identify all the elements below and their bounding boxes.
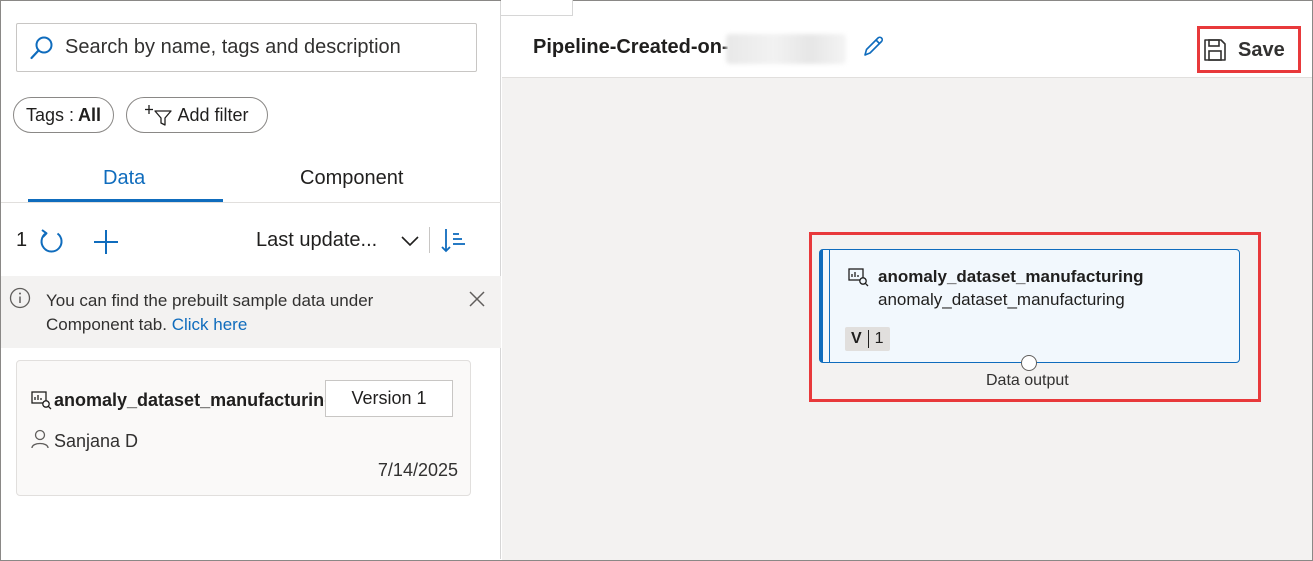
tab-data[interactable]: Data bbox=[103, 167, 145, 190]
document-tab[interactable] bbox=[501, 0, 573, 16]
add-icon[interactable] bbox=[91, 227, 121, 257]
toolbar-divider bbox=[429, 227, 430, 253]
edit-pencil-icon[interactable] bbox=[860, 34, 886, 60]
info-message-text: You can find the prebuilt sample data un… bbox=[46, 289, 436, 337]
refresh-icon[interactable] bbox=[37, 227, 67, 257]
list-toolbar: 1 Last update... bbox=[1, 223, 501, 261]
node-title: anomaly_dataset_manufacturing bbox=[878, 267, 1144, 286]
tags-filter-pill[interactable]: Tags : All bbox=[13, 97, 114, 133]
output-port-label: Data output bbox=[986, 372, 1069, 389]
designer-header: Pipeline-Created-on- Save bbox=[502, 16, 1312, 78]
search-placeholder: Search by name, tags and description bbox=[65, 36, 401, 58]
sort-select[interactable]: Last update... bbox=[256, 229, 377, 252]
version-value: 1 bbox=[874, 330, 884, 347]
tab-component[interactable]: Component bbox=[300, 167, 403, 190]
pipeline-title: Pipeline-Created-on- bbox=[533, 36, 729, 58]
add-filter-icon bbox=[145, 105, 173, 126]
asset-library-panel: Search by name, tags and description Tag… bbox=[1, 1, 501, 559]
dataset-icon bbox=[848, 268, 869, 287]
version-dropdown[interactable]: Version 1 bbox=[325, 380, 453, 417]
node-accent-line bbox=[829, 249, 830, 363]
sort-direction-icon[interactable] bbox=[439, 225, 469, 255]
active-tab-indicator bbox=[28, 199, 223, 202]
node-version-badge: V 1 bbox=[845, 327, 890, 351]
data-asset-title[interactable]: anomaly_dataset_manufacturing bbox=[54, 390, 335, 411]
asset-tabs: Data Component bbox=[1, 161, 501, 203]
close-icon[interactable] bbox=[467, 289, 487, 309]
item-count: 1 bbox=[16, 229, 28, 251]
save-button[interactable]: Save bbox=[1202, 33, 1285, 67]
output-port[interactable] bbox=[1021, 355, 1037, 371]
tags-filter-label: Tags : bbox=[25, 104, 74, 125]
chevron-down-icon[interactable] bbox=[398, 229, 422, 253]
add-filter-button[interactable]: Add filter bbox=[126, 97, 268, 133]
pipeline-canvas[interactable]: anomaly_dataset_manufacturing anomaly_da… bbox=[502, 78, 1312, 560]
search-input[interactable]: Search by name, tags and description bbox=[16, 23, 477, 72]
info-icon bbox=[9, 287, 31, 309]
add-filter-label: Add filter bbox=[177, 104, 249, 125]
dataset-icon bbox=[31, 391, 52, 410]
data-asset-card[interactable]: anomaly_dataset_manufacturing Version 1 … bbox=[16, 360, 471, 496]
redacted-date bbox=[726, 34, 846, 64]
data-asset-date: 7/14/2025 bbox=[377, 460, 458, 480]
dataset-node[interactable]: anomaly_dataset_manufacturing anomaly_da… bbox=[819, 249, 1240, 363]
search-icon bbox=[30, 36, 53, 59]
node-subtitle: anomaly_dataset_manufacturing bbox=[878, 290, 1125, 309]
tags-filter-value: All bbox=[78, 104, 102, 125]
save-label: Save bbox=[1238, 38, 1285, 61]
user-icon bbox=[31, 429, 49, 449]
save-icon bbox=[1204, 39, 1226, 61]
info-message-bar: You can find the prebuilt sample data un… bbox=[1, 276, 501, 348]
click-here-link[interactable]: Click here bbox=[172, 315, 248, 334]
data-asset-owner: Sanjana D bbox=[54, 431, 139, 451]
version-tag: V bbox=[851, 330, 862, 347]
